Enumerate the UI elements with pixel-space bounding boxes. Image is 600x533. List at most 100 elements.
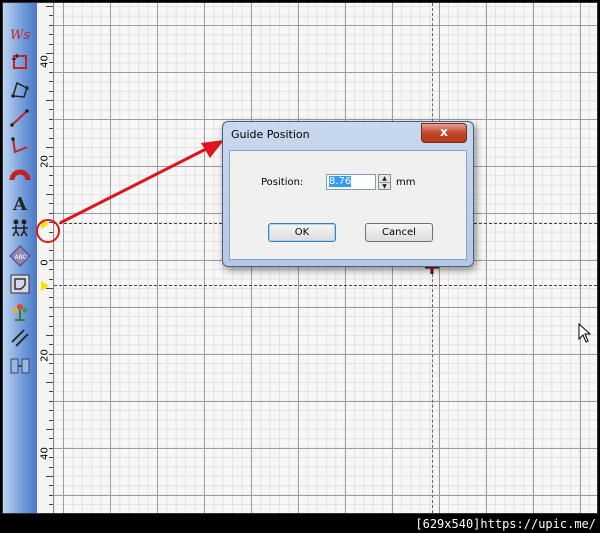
flower-icon	[12, 304, 28, 321]
ruler-tick	[49, 81, 53, 83]
align-icon	[10, 358, 30, 374]
text-icon: A	[12, 194, 28, 213]
text-tool[interactable]: A	[6, 189, 34, 215]
ruler-tick	[49, 24, 53, 26]
ruler-tick	[49, 391, 53, 393]
ruler-tick	[49, 137, 53, 139]
mouse-cursor-icon	[578, 323, 592, 343]
dialog-title: Guide Position	[231, 128, 310, 141]
vertical-ruler[interactable]: 40 20 0 20 40	[37, 3, 54, 513]
ruler-tick	[49, 494, 53, 496]
spin-down-icon[interactable]: ▼	[379, 183, 390, 190]
ruler-label: 0	[39, 259, 51, 266]
ruler-tick	[49, 316, 53, 318]
dialog-body: Position: 8.76 ▲ ▼ mm OK Cancel	[229, 150, 467, 260]
signature-icon: Ws	[10, 28, 30, 43]
ruler-tick	[49, 128, 53, 130]
ruler-tick	[49, 90, 53, 92]
svg-text:Ws: Ws	[10, 28, 30, 43]
position-input[interactable]: 8.76	[326, 174, 376, 190]
ruler-tick	[49, 363, 53, 365]
ruler-tick	[49, 156, 53, 158]
polyline-icon	[11, 137, 28, 154]
ruler-tick	[46, 382, 53, 383]
ruler-tick	[49, 15, 53, 17]
watermark: [629x540]https://upic.me/	[415, 517, 596, 531]
line-icon	[10, 109, 29, 127]
parallel-lines-tool[interactable]	[6, 325, 34, 351]
ruler-tick	[49, 400, 53, 402]
crop-tool[interactable]	[6, 49, 34, 75]
ruler-tick	[49, 419, 53, 421]
ruler-tick	[49, 184, 53, 186]
unit-label: mm	[396, 177, 416, 188]
ruler-tick	[49, 325, 53, 327]
close-button[interactable]: x	[421, 123, 467, 143]
ruler-tick	[49, 165, 53, 167]
align-tool[interactable]	[6, 353, 34, 379]
people-icon	[12, 219, 28, 237]
frame-icon	[10, 274, 30, 294]
ruler-tick	[49, 62, 53, 64]
ruler-tick	[46, 147, 53, 148]
ruler-tick	[49, 372, 53, 374]
parallel-lines-icon	[11, 329, 29, 347]
ruler-tick	[49, 259, 53, 261]
close-icon: x	[440, 125, 448, 139]
ruler-tick	[46, 335, 53, 336]
guide-marker[interactable]	[41, 219, 49, 229]
cancel-button[interactable]: Cancel	[365, 223, 433, 242]
ruler-tick	[46, 241, 53, 242]
ruler-tick	[46, 53, 53, 54]
svg-text:ABC: ABC	[15, 254, 27, 261]
ruler-tick	[49, 269, 53, 271]
ruler-tick	[49, 457, 53, 459]
badge-tool[interactable]: ABC	[6, 243, 34, 269]
ruler-tick	[49, 203, 53, 205]
ruler-tick	[49, 212, 53, 214]
ruler-tick	[49, 485, 53, 487]
ruler-tick	[46, 194, 53, 195]
ruler-tick	[49, 250, 53, 252]
ok-button[interactable]: OK	[268, 223, 336, 242]
polygon-tool[interactable]	[6, 77, 34, 103]
ruler-tick	[49, 438, 53, 440]
flower-tool[interactable]	[6, 299, 34, 325]
guide-marker[interactable]	[41, 281, 49, 291]
horizontal-guide[interactable]	[54, 285, 597, 286]
ruler-tick	[46, 476, 53, 477]
ruler-tick	[49, 278, 53, 280]
ruler-tick	[49, 353, 53, 355]
position-label: Position:	[261, 177, 304, 188]
position-value: 8.76	[329, 176, 352, 187]
position-spinner[interactable]: ▲ ▼	[378, 174, 391, 190]
ruler-tick	[49, 222, 53, 224]
ruler-tick	[49, 109, 53, 111]
ruler-tick	[49, 504, 53, 506]
ruler-tick	[49, 71, 53, 73]
ruler-tick	[49, 344, 53, 346]
guide-position-dialog: Guide Position x Position: 8.76 ▲ ▼ mm O…	[222, 121, 474, 267]
ruler-tick	[49, 175, 53, 177]
ruler-tick	[49, 410, 53, 412]
stamp-icon	[9, 169, 31, 181]
ruler-tick	[49, 306, 53, 308]
spin-up-icon[interactable]: ▲	[379, 175, 390, 183]
stamp-tool[interactable]	[6, 161, 34, 187]
tool-palette: Ws A ABC	[3, 3, 38, 513]
ruler-tick	[49, 118, 53, 120]
signature-tool[interactable]: Ws	[6, 21, 34, 47]
svg-text:A: A	[12, 194, 28, 213]
frame-tool[interactable]	[6, 271, 34, 297]
crop-icon	[12, 54, 27, 69]
ruler-tick	[46, 6, 53, 7]
people-tool[interactable]	[6, 215, 34, 241]
polygon-icon	[11, 81, 29, 98]
line-tool[interactable]	[6, 105, 34, 131]
badge-icon: ABC	[9, 245, 31, 267]
ruler-tick	[46, 429, 53, 430]
ruler-tick	[49, 43, 53, 45]
polyline-tool[interactable]	[6, 133, 34, 159]
ruler-tick	[49, 466, 53, 468]
ruler-tick	[46, 100, 53, 101]
